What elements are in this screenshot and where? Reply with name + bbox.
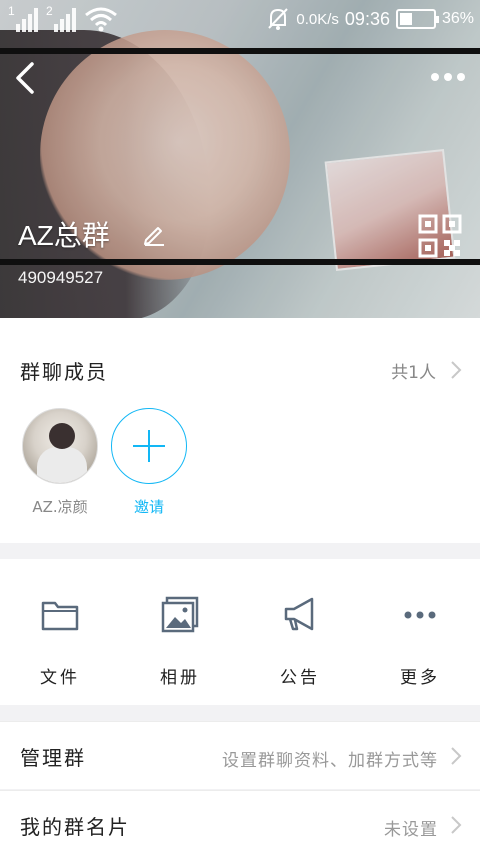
avatar[interactable] [22,408,98,484]
member-name: AZ.凉颜 [32,498,88,516]
qr-code-icon[interactable] [418,214,462,258]
action-files-label: 文件 [40,668,80,688]
group-name: AZ总群 [18,220,110,251]
wifi-icon [85,7,117,32]
members-title[interactable]: 群聊成员 [20,356,108,385]
manage-group-title: 管理群 [20,746,86,770]
photo-album-icon [161,596,199,633]
my-group-card-title: 我的群名片 [20,815,130,839]
network-speed: 0.0K/s [296,10,339,28]
action-album-label: 相册 [160,668,200,688]
status-bar: 1 2 0.0K/s 09:36 36% [0,0,480,38]
chevron-right-icon [451,747,462,765]
edit-pencil-icon[interactable] [142,222,166,246]
battery-icon [395,9,439,29]
sim1-label: 1 [8,4,15,18]
chevron-right-icon [451,816,462,834]
more-dot-icon [444,73,452,81]
megaphone-icon [284,597,314,631]
members-section: 群聊成员 共1人 AZ.凉颜 邀请 [0,318,480,543]
signal-icon-sim1: 1 [8,4,38,32]
action-files[interactable]: 文件 [0,559,120,705]
member-count[interactable]: 共1人 [391,358,436,383]
more-dot-icon [431,73,439,81]
more-dots-icon [404,611,436,619]
signal-icon-sim2: 2 [46,4,76,32]
group-cover-banner: 1 2 0.0K/s 09:36 36% AZ总群 490949527 [0,0,480,318]
invite-circle[interactable] [111,408,187,484]
invite-label: 邀请 [133,498,164,516]
action-notice-label: 公告 [280,668,320,688]
manage-group-value: 设置群聊资料、加群方式等 [222,751,438,771]
manage-group-row[interactable]: 管理群 设置群聊资料、加群方式等 [0,721,480,789]
action-album[interactable]: 相册 [120,559,240,705]
invite-button[interactable]: 邀请 [110,408,188,517]
action-more-label: 更多 [400,668,440,688]
avatar-shirt [37,447,87,483]
action-notice[interactable]: 公告 [240,559,360,705]
plus-icon [133,430,165,462]
quick-actions: 文件 相册 公告 更多 [0,559,480,705]
my-group-card-value: 未设置 [384,820,438,840]
mute-bell-icon [268,8,289,30]
battery-percent: 36% [441,10,474,27]
member-item[interactable]: AZ.凉颜 [21,408,99,517]
more-options-button[interactable] [428,64,468,90]
sim2-label: 2 [46,4,53,18]
group-profile-screen: 1 2 0.0K/s 09:36 36% AZ总群 490949527 群聊成员… [0,0,480,854]
back-arrow-icon[interactable] [10,58,40,98]
clock: 09:36 [344,8,390,29]
more-dot-icon [457,73,465,81]
folder-icon [41,601,79,631]
action-more[interactable]: 更多 [360,559,480,705]
my-group-card-row[interactable]: 我的群名片 未设置 [0,790,480,854]
avatar-head [49,423,75,449]
group-id: 490949527 [18,268,104,287]
chevron-right-icon[interactable] [450,360,462,380]
